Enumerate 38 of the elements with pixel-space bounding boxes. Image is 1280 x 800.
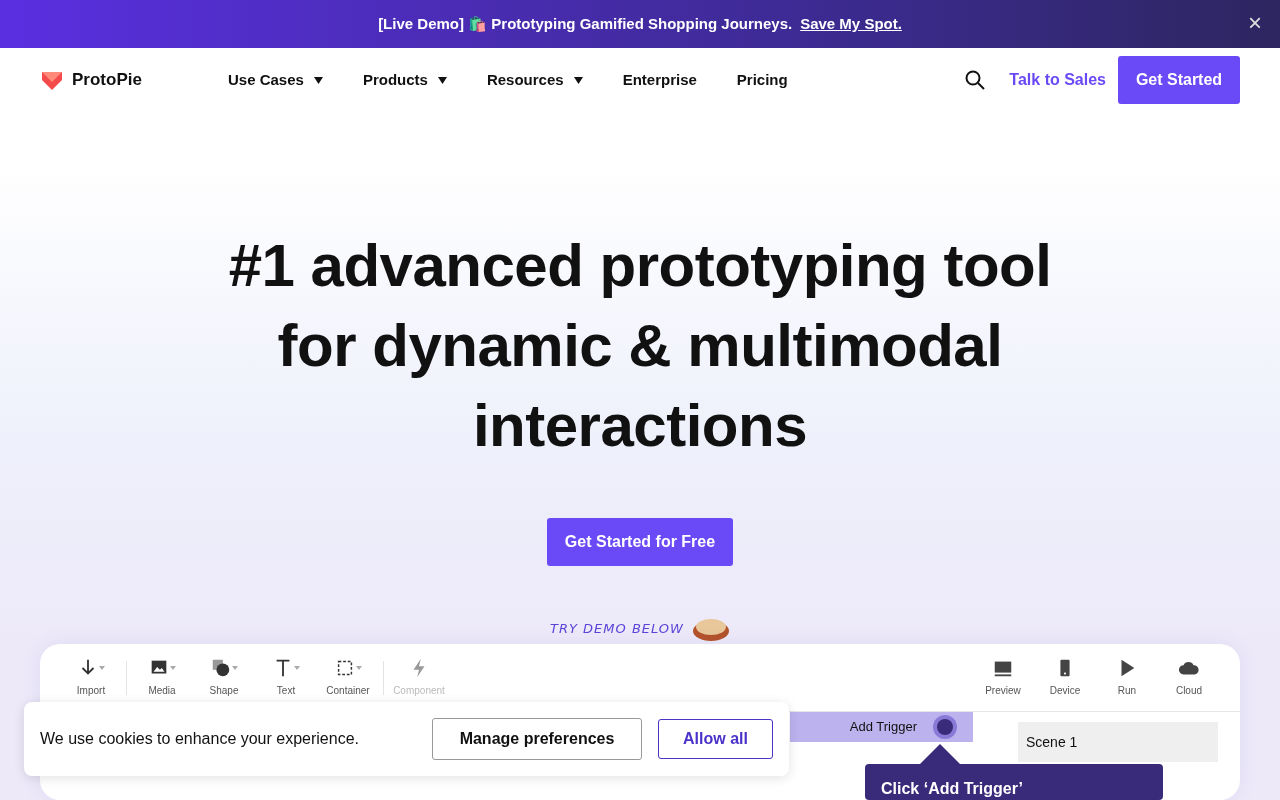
allow-all-button[interactable]: Allow all: [658, 719, 773, 759]
toolbar-button[interactable]: Shape: [193, 657, 255, 698]
toolbar-button[interactable]: Media: [131, 657, 193, 698]
demo-hint: TRY DEMO BELOW: [550, 620, 684, 639]
toolbar-button[interactable]: Container: [317, 657, 379, 698]
caret-icon: [356, 666, 362, 670]
nav-link[interactable]: Resources: [486, 68, 583, 92]
hero-title: #1 advanced prototyping tool for dynamic & multimodal interactions: [228, 231, 1052, 461]
toolbar-button[interactable]: Preview: [972, 657, 1034, 698]
close-button[interactable]: ×: [1242, 10, 1268, 36]
add-trigger-button[interactable]: Add Trigger: [790, 712, 973, 742]
caret-icon: [232, 666, 238, 670]
talk-to-sales-link[interactable]: Talk to Sales: [1009, 68, 1106, 92]
manage-preferences-button[interactable]: Manage preferences: [432, 718, 642, 760]
announcement-link[interactable]: Save My Spot.: [800, 12, 902, 36]
nav-link[interactable]: Products: [362, 68, 447, 92]
toolbar-button[interactable]: Run: [1096, 657, 1158, 698]
nav-link[interactable]: Enterprise: [622, 68, 697, 92]
caret-icon: [99, 666, 105, 670]
toolbar-button[interactable]: Cloud: [1158, 657, 1220, 698]
nav-link[interactable]: Use Cases: [228, 68, 323, 92]
toolbar-button[interactable]: Device: [1034, 657, 1096, 698]
announcement-text: [Live Demo] 🛍 Prototyping Gamified Shopping Journeys.: [378, 13, 793, 34]
pie-icon: [691, 616, 730, 642]
cookie-text: We use cookies to enhance your experience.: [40, 729, 360, 749]
caret-icon: [170, 666, 176, 670]
search-icon[interactable]: [965, 70, 986, 90]
toolbar-button[interactable]: Text: [255, 657, 317, 698]
caret-icon: [294, 666, 300, 670]
record-dot-icon: [933, 715, 957, 739]
shape-icon: [210, 657, 232, 679]
get-started-button[interactable]: Get Started: [1118, 56, 1240, 104]
brand-name[interactable]: ProtoPie: [72, 67, 142, 93]
toolbar-button[interactable]: Import: [60, 657, 122, 698]
get-started-free-button[interactable]: Get Started for Free: [547, 518, 733, 566]
scene-item[interactable]: Scene 1: [1018, 722, 1218, 762]
tooltip-arrow-icon: [920, 744, 960, 764]
nav-link[interactable]: Pricing: [736, 68, 788, 92]
